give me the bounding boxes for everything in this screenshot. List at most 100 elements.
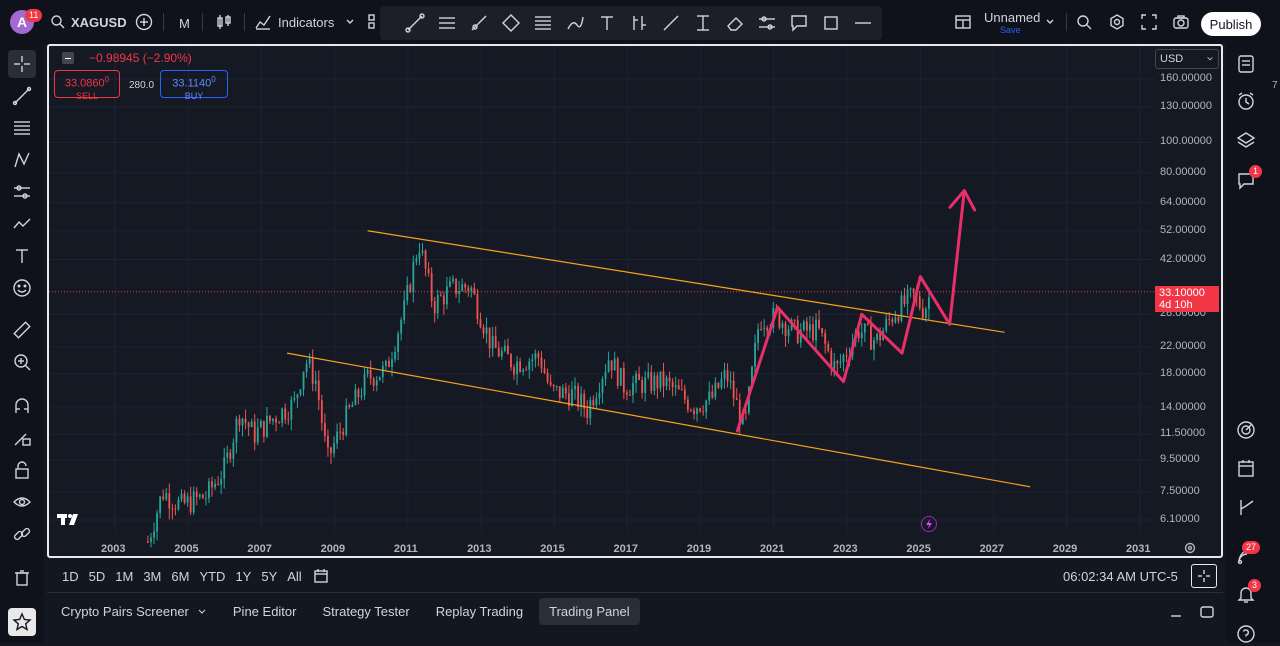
horizontal-line-tool-button[interactable]	[852, 12, 874, 34]
stay-in-drawing-button[interactable]	[8, 424, 36, 452]
layout-dropdown[interactable]	[1044, 14, 1056, 30]
range-button-6m[interactable]: 6M	[166, 567, 194, 586]
price-chart[interactable]	[49, 46, 1221, 556]
candle-body	[485, 327, 488, 334]
candle-body	[927, 297, 930, 309]
publish-button[interactable]: Publish	[1201, 12, 1261, 36]
alerts-clock-button[interactable]	[1234, 89, 1258, 113]
buy-label: BUY	[184, 90, 204, 101]
candle-body	[613, 358, 616, 371]
lock-drawings-button[interactable]	[8, 456, 36, 484]
maximize-panel-button[interactable]	[1197, 602, 1217, 622]
tab-trading-panel[interactable]: Trading Panel	[539, 598, 640, 625]
candle-body	[571, 389, 573, 406]
text-tool-button[interactable]	[8, 242, 36, 270]
range-button-1d[interactable]: 1D	[57, 567, 84, 586]
pattern-tool-button[interactable]	[500, 12, 522, 34]
sell-button[interactable]: 33.08600 SELL	[54, 70, 120, 101]
year-tick-label: 2003	[101, 543, 126, 555]
interval-button[interactable]: M	[179, 16, 190, 31]
compare-symbol-button[interactable]	[134, 12, 154, 32]
axis-settings-button[interactable]	[1183, 541, 1197, 555]
minimize-panel-button[interactable]	[1167, 604, 1185, 622]
settings-button[interactable]	[1107, 12, 1127, 32]
brush-tool-button[interactable]	[564, 12, 586, 34]
help-button[interactable]	[1234, 622, 1258, 646]
hide-drawings-button[interactable]	[8, 488, 36, 516]
chart-type-button[interactable]	[214, 12, 234, 32]
watchlist-button[interactable]	[1234, 52, 1258, 76]
candle-body	[290, 399, 293, 420]
eraser-tool-button[interactable]	[724, 12, 746, 34]
trendline-tool-button[interactable]	[404, 12, 426, 34]
range-button-5d[interactable]: 5D	[84, 567, 111, 586]
candle-body	[860, 332, 863, 339]
indicators-dropdown[interactable]	[344, 14, 356, 30]
bottom-toolbar: 1D 5D 1M 3M 6M YTD 1Y 5Y All 06:02:34 AM UTC-5	[47, 562, 1223, 590]
fullscreen-button[interactable]	[1139, 12, 1159, 32]
layout-grid-button[interactable]	[953, 12, 973, 32]
crosshair-tool-button[interactable]	[8, 50, 36, 78]
range-button-3m[interactable]: 3M	[138, 567, 166, 586]
text-tool-button[interactable]	[596, 12, 618, 34]
fullscreen-icon	[1141, 14, 1157, 30]
collapse-panel-button[interactable]	[62, 52, 74, 64]
snapshot-button[interactable]	[1171, 12, 1191, 32]
lightning-icon[interactable]	[921, 516, 937, 532]
candle-body	[680, 389, 683, 391]
remove-drawings-button[interactable]	[8, 564, 36, 592]
pattern-tool-button[interactable]	[8, 146, 36, 174]
trendline-tool-button[interactable]	[8, 82, 36, 110]
brush-tool-button[interactable]	[8, 210, 36, 238]
measure-tool-button[interactable]	[692, 12, 714, 34]
indicators-button[interactable]: Indicators	[254, 12, 334, 32]
line-tool-button[interactable]	[660, 12, 682, 34]
indicators-icon	[255, 15, 271, 30]
quick-search-button[interactable]	[1074, 12, 1094, 32]
tradingview-logo-icon	[57, 514, 78, 525]
range-button-all[interactable]: All	[282, 567, 306, 586]
candle-body	[592, 400, 595, 406]
favorites-button[interactable]	[8, 608, 36, 636]
buy-button[interactable]: 33.11400 BUY	[160, 70, 228, 101]
link-drawings-button[interactable]	[8, 520, 36, 548]
chart-pane[interactable]: −0.98945 (−2.90%) 33.08600 SELL 280.0 33…	[47, 44, 1223, 558]
sliders-icon	[759, 16, 775, 30]
candle-body	[220, 478, 223, 485]
ruler-tool-button[interactable]	[8, 316, 36, 344]
price-range-tool-button[interactable]	[628, 12, 650, 34]
range-button-5y[interactable]: 5Y	[256, 567, 282, 586]
range-button-1m[interactable]: 1M	[110, 567, 138, 586]
symbol-search-button[interactable]: XAGUSD	[50, 12, 127, 32]
ray-tool-button[interactable]	[468, 12, 490, 34]
tab-crypto-pairs-screener[interactable]: Crypto Pairs Screener	[51, 598, 217, 625]
range-button-1y[interactable]: 1Y	[230, 567, 256, 586]
rectangle-tool-button[interactable]	[820, 12, 842, 34]
data-window-button[interactable]	[1234, 128, 1258, 152]
magnet-tool-button[interactable]	[8, 392, 36, 420]
year-tick-label: 2017	[613, 543, 638, 555]
candle-body	[311, 358, 314, 384]
range-button-ytd[interactable]: YTD	[194, 567, 230, 586]
alerts-lines-tool-button[interactable]	[756, 12, 778, 34]
ideas-stream-button[interactable]	[1234, 495, 1258, 519]
zoom-tool-button[interactable]	[8, 348, 36, 376]
hotlists-button[interactable]	[1234, 418, 1258, 442]
horizontal-lines-tool-button[interactable]	[436, 12, 458, 34]
candle-body	[824, 333, 827, 344]
tab-pine-editor[interactable]: Pine Editor	[223, 598, 307, 625]
clock[interactable]: 06:02:34 AM UTC-5	[1063, 569, 1178, 584]
tab-strategy-tester[interactable]: Strategy Tester	[312, 598, 419, 625]
price-tick-label: 7.50000	[1160, 485, 1200, 498]
goto-date-button[interactable]	[311, 566, 331, 586]
crosshair-toggle-button[interactable]	[1191, 564, 1217, 588]
candle-body	[299, 389, 302, 395]
comment-tool-button[interactable]	[788, 12, 810, 34]
currency-selector[interactable]: USD	[1155, 49, 1219, 69]
calendar-button[interactable]	[1234, 456, 1258, 480]
tab-replay-trading[interactable]: Replay Trading	[426, 598, 533, 625]
fib-tool-button[interactable]	[532, 12, 554, 34]
fib-retracement-tool-button[interactable]	[8, 114, 36, 142]
forecast-tool-button[interactable]	[8, 178, 36, 206]
emoji-tool-button[interactable]	[8, 274, 36, 302]
